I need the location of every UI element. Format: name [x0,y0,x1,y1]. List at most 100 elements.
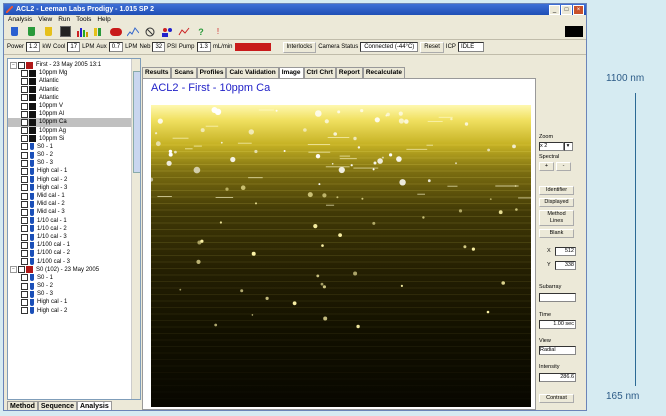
tree-group-s0[interactable]: − S0 (102) - 23 May 2005 [8,266,140,274]
tree-item[interactable]: 10ppm Ag [8,127,140,135]
tree-item[interactable]: High cal - 2 [8,176,140,184]
tree-item[interactable]: Mid cal - 1 [8,192,140,200]
method-lines-button[interactable]: Method Lines [539,210,574,226]
tree-group-first[interactable]: − First - 23 May 2005 13:1 [8,61,140,69]
checkbox[interactable] [21,249,28,257]
checkbox[interactable] [21,69,28,77]
checkbox[interactable] [21,282,28,290]
checkbox[interactable] [21,102,28,110]
image-icon[interactable] [59,26,71,38]
checkbox[interactable] [21,151,28,159]
blank-button[interactable]: Blank [539,229,574,238]
checkbox[interactable] [21,200,28,208]
tree-item[interactable]: S0 - 2 [8,151,140,159]
checkbox[interactable] [21,135,28,143]
checkbox[interactable] [18,266,25,274]
checkbox[interactable] [21,118,28,126]
tree-item[interactable]: 1/100 cal - 3 [8,258,140,266]
tree-item[interactable]: Mid cal - 3 [8,208,140,216]
displayed-button[interactable]: Displayed [539,198,574,207]
tree-item[interactable]: S0 - 1 [8,274,140,282]
menu-run[interactable]: Run [58,15,70,24]
spectral-minus-button[interactable]: - [556,162,571,171]
zoom-dropdown-icon[interactable]: ▾ [564,142,573,151]
checkbox[interactable] [21,217,28,225]
checkbox[interactable] [21,299,28,307]
identifier-button[interactable]: Identifier [539,186,574,195]
tab-image[interactable]: Image [278,67,304,78]
spectrum-icon[interactable] [127,26,139,38]
tree-scrollbar[interactable] [131,59,140,399]
tree-item[interactable]: 1/100 cal - 1 [8,241,140,249]
tree-item[interactable]: 10ppm Al [8,110,140,118]
checkbox[interactable] [21,176,28,184]
cool-field[interactable]: 17 [67,42,81,52]
menu-analysis[interactable]: Analysis [8,15,32,24]
tree-item[interactable]: High cal - 3 [8,184,140,192]
neb-field[interactable]: 32 [152,42,166,52]
pump-field[interactable]: 1.3 [196,42,211,52]
checkbox[interactable] [21,192,28,200]
tree-item[interactable]: 1/10 cal - 3 [8,233,140,241]
multi-flask-icon[interactable] [93,26,105,38]
aux-field[interactable]: 0.7 [108,42,124,52]
flask-blue-icon[interactable] [8,26,20,38]
subarray-field[interactable] [539,293,576,302]
tree-item[interactable]: Atlantic [8,86,140,94]
spectral-plus-button[interactable]: + [539,162,554,171]
tree-item[interactable]: Atlantic [8,94,140,102]
tab-profiles[interactable]: Profiles [196,67,227,78]
chart-check-icon[interactable] [178,26,190,38]
help-icon[interactable]: ? [195,26,207,38]
tree-item[interactable]: 10ppm Ca [8,118,140,127]
tab-ctrl-chrt[interactable]: Ctrl Chrt [303,67,336,78]
scrollbar-thumb[interactable] [133,71,140,173]
checkbox[interactable] [21,225,28,233]
menu-tools[interactable]: Tools [76,15,91,24]
checkbox[interactable] [21,258,28,266]
interlocks-button[interactable]: Interlocks [282,41,317,53]
checkbox[interactable] [21,143,28,151]
tree-item[interactable]: 1/100 cal - 2 [8,249,140,257]
checkbox[interactable] [21,307,28,315]
checkbox[interactable] [21,241,28,249]
tab-sequence[interactable]: Sequence [37,401,77,410]
checkbox[interactable] [21,86,28,94]
tree-item[interactable]: 10ppm Si [8,135,140,143]
tree-item[interactable]: S0 - 2 [8,282,140,290]
tab-analysis[interactable]: Analysis [76,401,112,410]
tab-results[interactable]: Results [142,67,172,78]
tab-scans[interactable]: Scans [171,67,197,78]
tree-item[interactable]: S0 - 1 [8,143,140,151]
tree-item[interactable]: 10ppm V [8,102,140,110]
checkbox[interactable] [21,184,28,192]
tree-item[interactable]: High cal - 2 [8,307,140,315]
checkbox[interactable] [21,110,28,118]
tab-calc-validation[interactable]: Calc Validation [226,67,279,78]
contrast-button[interactable]: Contrast [539,394,574,403]
tree-item[interactable]: S0 - 3 [8,159,140,167]
checkbox[interactable] [21,77,28,85]
maximize-button[interactable]: □ [561,5,572,15]
checkbox[interactable] [21,208,28,216]
tree-item[interactable]: 1/10 cal - 1 [8,217,140,225]
bar-chart-icon[interactable] [76,26,88,38]
tree-item[interactable]: Mid cal - 2 [8,200,140,208]
tree-item[interactable]: 1/10 cal - 2 [8,225,140,233]
checkbox[interactable] [21,274,28,282]
close-button[interactable]: × [573,5,584,15]
tab-method[interactable]: Method [7,401,38,410]
checkbox[interactable] [21,233,28,241]
minimize-button[interactable]: _ [549,5,560,15]
stop-icon[interactable] [144,26,156,38]
power-field[interactable]: 1.2 [26,42,41,52]
tab-recalculate[interactable]: Recalculate [362,67,405,78]
checkbox[interactable] [21,127,28,135]
checkbox[interactable] [18,61,25,69]
tree-item[interactable]: High cal - 1 [8,167,140,176]
checkbox[interactable] [21,94,28,102]
zoom-select[interactable]: x 2 [539,142,564,151]
checkbox[interactable] [21,159,28,167]
tree-item[interactable]: S0 - 3 [8,290,140,298]
reset-button[interactable]: Reset [420,41,444,53]
